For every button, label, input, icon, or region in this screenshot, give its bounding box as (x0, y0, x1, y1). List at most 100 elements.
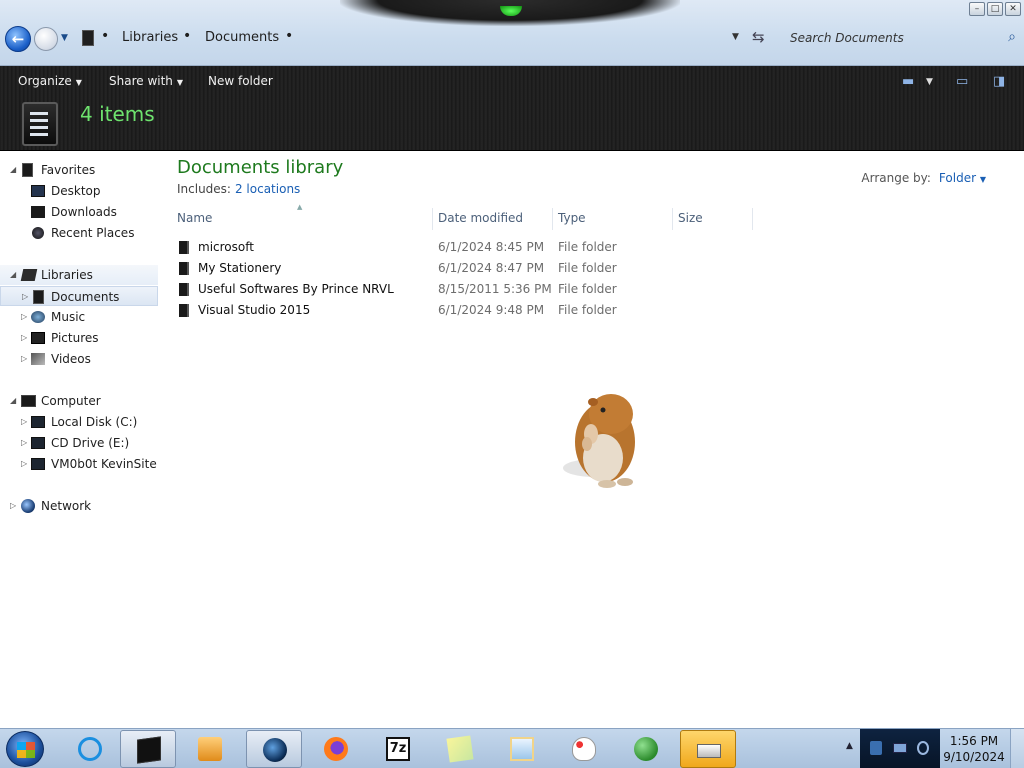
network-icon (21, 499, 35, 513)
nav-recent-places-label: Recent Places (51, 226, 135, 240)
nav-music[interactable]: ▷ Music (0, 307, 158, 327)
nav-computer[interactable]: ◢ Computer (0, 391, 158, 411)
change-view-icon[interactable]: ▬ (902, 74, 914, 89)
search-icon[interactable]: ⌕ (1008, 29, 1016, 45)
globe-icon (263, 738, 287, 762)
nav-local-disk-label: Local Disk (C:) (51, 415, 138, 429)
item-count: 4 items (80, 102, 155, 126)
locations-link[interactable]: 2 locations (235, 182, 300, 196)
taskbar-globe-app[interactable] (246, 730, 302, 768)
nav-cd-drive[interactable]: ▷ CD Drive (E:) (0, 433, 158, 453)
nav-favorites[interactable]: ◢ Favorites (0, 160, 158, 180)
organize-menu[interactable]: Organize ▼ (18, 74, 82, 88)
show-desktop-button[interactable] (1010, 729, 1024, 768)
collapse-icon[interactable]: ◢ (10, 265, 20, 285)
minimize-button[interactable]: – (969, 2, 985, 16)
expand-icon[interactable]: ▷ (21, 328, 31, 348)
forward-button[interactable] (34, 27, 58, 51)
expand-icon[interactable]: ▷ (21, 454, 31, 474)
taskbar-7zip[interactable]: 7z (370, 730, 426, 768)
desktop-icon (31, 185, 45, 197)
share-with-menu[interactable]: Share with ▼ (109, 74, 183, 88)
taskbar-messenger[interactable] (618, 730, 674, 768)
new-folder-button[interactable]: New folder (208, 74, 273, 88)
nav-network-drive[interactable]: ▷ VM0b0t KevinSite (0, 454, 158, 474)
expand-icon[interactable]: ▷ (21, 433, 31, 453)
file-explorer-icon (137, 736, 161, 764)
cd-drive-icon (31, 437, 45, 449)
close-button[interactable]: ✕ (1005, 2, 1021, 16)
collapse-icon[interactable]: ◢ (10, 160, 20, 180)
column-header-type[interactable]: Type (558, 211, 586, 225)
expand-icon[interactable]: ▷ (22, 287, 32, 307)
preview-pane-icon[interactable]: ▭ (956, 74, 968, 89)
volume-icon[interactable] (917, 741, 929, 755)
pictures-icon (31, 332, 45, 344)
column-divider[interactable] (552, 208, 553, 230)
breadcrumb-documents[interactable]: Documents (205, 30, 279, 45)
taskbar-photo-viewer[interactable] (494, 730, 550, 768)
nav-libraries[interactable]: ◢ Libraries (0, 265, 158, 285)
help-icon[interactable]: ◨ (993, 74, 1005, 89)
nav-desktop[interactable]: Desktop (0, 181, 158, 201)
taskbar-firefox[interactable] (308, 730, 364, 768)
videos-icon (31, 353, 45, 365)
address-history-dropdown-icon[interactable]: ▼ (732, 32, 739, 42)
file-row[interactable]: My Stationery 6/1/2024 8:47 PM File fold… (174, 258, 674, 279)
sort-ascending-icon: ▲ (297, 203, 303, 211)
file-row[interactable]: microsoft 6/1/2024 8:45 PM File folder (174, 237, 674, 258)
expand-icon[interactable]: ▷ (21, 349, 31, 369)
view-options-dropdown-icon[interactable]: ▼ (926, 77, 933, 87)
refresh-icon[interactable]: ⇆ (752, 28, 765, 46)
windows-logo-icon (17, 742, 35, 758)
library-breadcrumb-icon (82, 30, 94, 46)
taskbar-sticky-notes[interactable] (432, 730, 488, 768)
taskbar-internet-explorer[interactable] (62, 730, 118, 768)
show-hidden-icons-button[interactable]: ▲ (846, 741, 853, 751)
breadcrumb-libraries[interactable]: Libraries (122, 30, 178, 45)
breadcrumb-separator[interactable]: • (183, 28, 191, 44)
arrange-by-dropdown[interactable]: Folder ▼ (939, 171, 986, 185)
column-divider[interactable] (752, 208, 753, 230)
nav-recent-places[interactable]: Recent Places (0, 223, 158, 243)
file-row[interactable]: Useful Softwares By Prince NRVL 8/15/201… (174, 279, 674, 300)
expand-icon[interactable]: ▷ (10, 496, 20, 516)
system-tray (860, 729, 940, 768)
collapse-icon[interactable]: ◢ (10, 391, 20, 411)
taskbar-scanner[interactable] (680, 730, 736, 768)
nav-network[interactable]: ▷ Network (0, 496, 158, 516)
nav-favorites-label: Favorites (41, 163, 96, 177)
expand-icon[interactable]: ▷ (21, 307, 31, 327)
chevron-down-icon: ▼ (979, 175, 986, 184)
maximize-button[interactable]: □ (987, 2, 1003, 16)
hamster-desktop-pet[interactable] (555, 384, 650, 492)
column-header-size[interactable]: Size (678, 211, 703, 225)
network-status-icon[interactable] (893, 743, 907, 753)
search-input[interactable] (780, 26, 1020, 50)
taskbar-explorer[interactable] (120, 730, 176, 768)
back-button[interactable]: ← (5, 26, 31, 52)
start-button[interactable] (6, 731, 44, 767)
column-header-date[interactable]: Date modified (438, 211, 523, 225)
column-divider[interactable] (672, 208, 673, 230)
breadcrumb-separator[interactable]: • (101, 28, 109, 44)
clock-time: 1:56 PM (949, 734, 999, 748)
nav-videos[interactable]: ▷ Videos (0, 349, 158, 369)
search-box[interactable]: ⌕ (780, 26, 1020, 50)
taskbar-paint[interactable] (556, 730, 612, 768)
tray-app-icon[interactable] (870, 741, 882, 755)
taskbar-media-player[interactable] (182, 730, 238, 768)
nav-local-disk[interactable]: ▷ Local Disk (C:) (0, 412, 158, 432)
includes-label: Includes: (177, 182, 231, 196)
nav-documents[interactable]: ▷ Documents (0, 286, 158, 306)
nav-pictures[interactable]: ▷ Pictures (0, 328, 158, 348)
breadcrumb-separator[interactable]: • (285, 28, 293, 44)
recent-pages-dropdown-icon[interactable]: ▼ (61, 33, 68, 43)
column-header-name[interactable]: Name (177, 211, 212, 225)
nav-downloads[interactable]: Downloads (0, 202, 158, 222)
taskbar-clock[interactable]: 1:56 PM 9/10/2024 (940, 733, 1008, 765)
column-divider[interactable] (432, 208, 433, 230)
downloads-icon (31, 206, 45, 218)
expand-icon[interactable]: ▷ (21, 412, 31, 432)
file-row[interactable]: Visual Studio 2015 6/1/2024 9:48 PM File… (174, 300, 674, 321)
